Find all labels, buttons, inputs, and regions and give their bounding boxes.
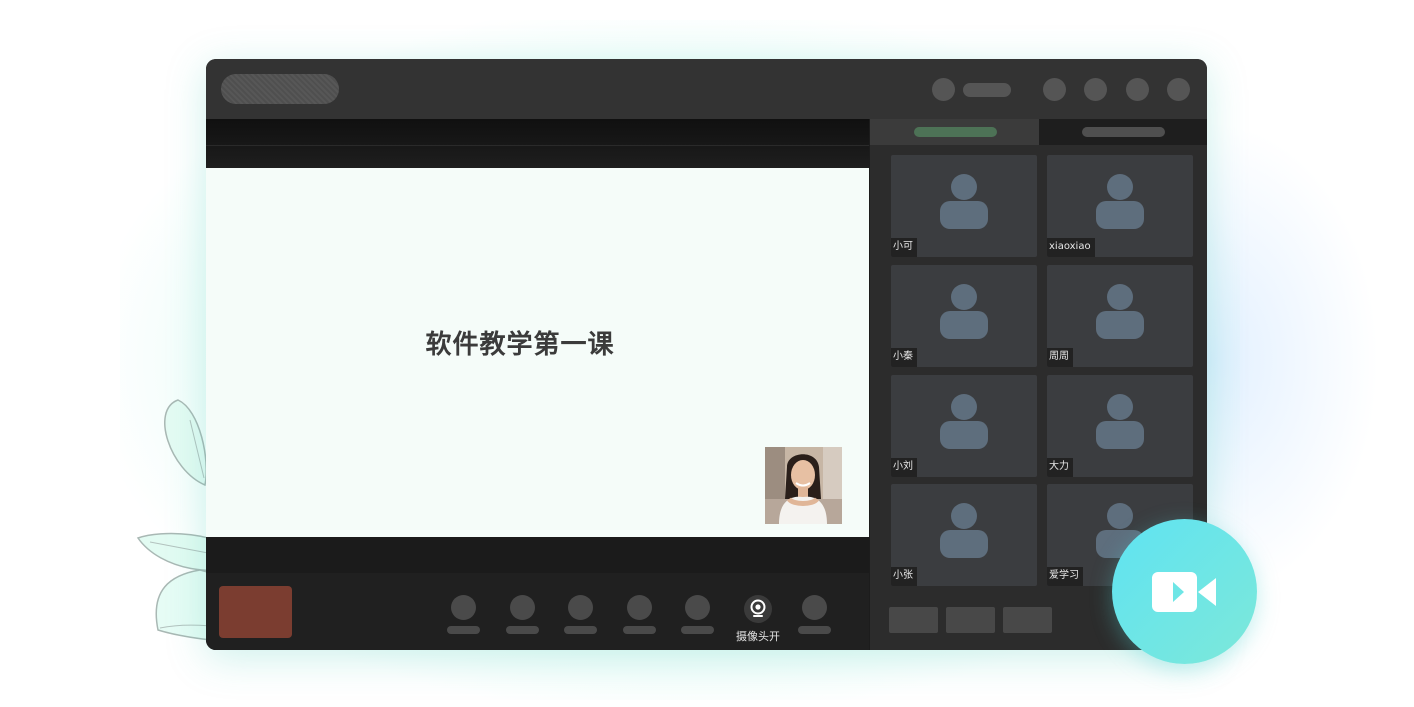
classroom-window: 软件教学第一课 摄像头开 小可 xiaoxiao 小秦 周周 小刘 大力 小张 …: [206, 59, 1207, 650]
slide-view: 软件教学第一课: [206, 168, 869, 537]
participant-name: xiaoxiao: [1047, 238, 1095, 257]
app-logo: [221, 74, 339, 104]
participant-tile[interactable]: 小秦: [891, 265, 1037, 367]
status-dot-icon[interactable]: [932, 78, 955, 101]
webcam-icon: [744, 595, 772, 623]
stage-footer: [206, 537, 869, 573]
title-bar-button-4[interactable]: [1167, 78, 1190, 101]
toolbar-button-2[interactable]: [506, 592, 546, 636]
person-icon: [940, 284, 988, 339]
title-bar-button-2[interactable]: [1084, 78, 1107, 101]
participant-name: 爱学习: [1047, 567, 1083, 586]
participant-name: 大力: [1047, 458, 1073, 477]
participant-tile[interactable]: 大力: [1047, 375, 1193, 477]
participant-tile[interactable]: 小张: [891, 484, 1037, 586]
title-bar-button-1[interactable]: [1043, 78, 1066, 101]
participant-name: 小刘: [891, 458, 917, 477]
title-bar-pill[interactable]: [963, 83, 1011, 97]
participant-name: 小秦: [891, 348, 917, 367]
participant-name: 小张: [891, 567, 917, 586]
record-button[interactable]: [219, 586, 292, 638]
toolbar-button-1[interactable]: [447, 592, 487, 636]
participant-tile[interactable]: 小刘: [891, 375, 1037, 477]
teacher-camera-view[interactable]: [765, 447, 842, 524]
participant-tile[interactable]: 小可: [891, 155, 1037, 257]
person-icon: [1096, 284, 1144, 339]
panel-tabs: [870, 119, 1207, 145]
panel-button-3[interactable]: [1003, 607, 1052, 633]
camera-toggle-label: 摄像头开: [736, 630, 780, 643]
participant-tile[interactable]: xiaoxiao: [1047, 155, 1193, 257]
title-bar-button-3[interactable]: [1126, 78, 1149, 101]
person-icon: [1096, 394, 1144, 449]
title-bar: [206, 59, 1207, 119]
tab-participants[interactable]: [870, 119, 1039, 145]
toolbar-button-6[interactable]: [798, 592, 838, 636]
bottom-toolbar: 摄像头开: [206, 573, 869, 650]
toolbar-button-4[interactable]: [623, 592, 663, 636]
teacher-photo: [765, 447, 842, 524]
video-call-button[interactable]: [1112, 519, 1257, 664]
toolbar-button-3[interactable]: [564, 592, 604, 636]
main-stage: 软件教学第一课: [206, 119, 869, 650]
toolbar-button-5[interactable]: [681, 592, 721, 636]
camera-toggle-button[interactable]: 摄像头开: [730, 592, 790, 643]
participant-tile[interactable]: 周周: [1047, 265, 1193, 367]
slide-title: 软件教学第一课: [425, 330, 615, 360]
participant-name: 小可: [891, 238, 917, 257]
participant-name: 周周: [1047, 348, 1073, 367]
panel-button-2[interactable]: [946, 607, 995, 633]
person-icon: [1096, 174, 1144, 229]
person-icon: [940, 394, 988, 449]
video-camera-icon: [1152, 572, 1216, 612]
person-icon: [940, 174, 988, 229]
panel-button-1[interactable]: [889, 607, 938, 633]
tab-chat[interactable]: [1039, 119, 1207, 145]
stage-header: [206, 119, 869, 168]
person-icon: [940, 503, 988, 558]
